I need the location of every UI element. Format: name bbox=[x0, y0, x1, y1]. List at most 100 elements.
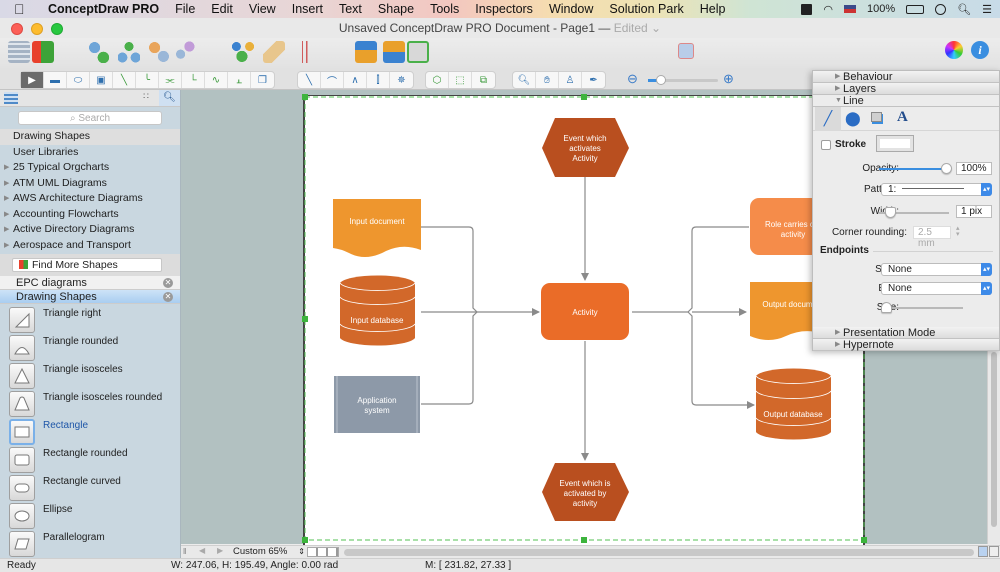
selection-handle[interactable] bbox=[861, 537, 867, 543]
layout-tool-icon[interactable] bbox=[263, 41, 285, 63]
group-icon[interactable] bbox=[407, 41, 429, 63]
library-item[interactable]: ▶ Active Directory Diagrams bbox=[0, 222, 180, 238]
info-icon[interactable]: i bbox=[971, 41, 989, 59]
shape-item[interactable]: Rectangle rounded bbox=[0, 445, 180, 473]
close-window-button[interactable] bbox=[11, 23, 23, 35]
menu-shape[interactable]: Shape bbox=[370, 2, 422, 16]
corner-rounding-stepper[interactable]: ▴ ▾ bbox=[956, 225, 960, 238]
battery-percent[interactable]: 100% bbox=[867, 3, 895, 15]
shape-item[interactable]: Triangle isosceles bbox=[0, 361, 180, 389]
pause-button[interactable]: ‖ bbox=[183, 547, 194, 557]
library-item[interactable]: ▶ Accounting Flowcharts bbox=[0, 207, 180, 223]
library-item[interactable]: ▶ ATM UML Diagrams bbox=[0, 176, 180, 192]
insert-shape-button[interactable]: ❐ bbox=[251, 72, 274, 88]
freehand-tool-button[interactable]: ✵ bbox=[390, 72, 413, 88]
shape-item[interactable]: Triangle right bbox=[0, 305, 180, 333]
selection-handle[interactable] bbox=[302, 94, 308, 100]
hand-tool-button[interactable]: ✋︎ bbox=[536, 72, 559, 88]
notification-center-icon[interactable]: ☰ bbox=[982, 3, 992, 16]
fit-page-icon[interactable] bbox=[978, 546, 988, 557]
flag-icon[interactable] bbox=[844, 5, 857, 13]
end-endpoint-select[interactable]: None ▴▾ bbox=[881, 282, 992, 295]
library-search-input[interactable]: ⌕ Search bbox=[18, 111, 162, 125]
orthogonal-connector-button[interactable]: └ bbox=[182, 72, 205, 88]
orgchart-tool-icon[interactable] bbox=[88, 41, 110, 63]
shape-item[interactable]: Rectangle bbox=[0, 417, 180, 445]
opened-library-epc[interactable]: EPC diagrams ✕ bbox=[0, 276, 180, 290]
menu-view[interactable]: View bbox=[241, 2, 284, 16]
library-item[interactable]: User Libraries bbox=[0, 145, 180, 161]
menu-help[interactable]: Help bbox=[692, 2, 734, 16]
event-activated-by-activity[interactable]: Event which is activated by activity bbox=[542, 463, 629, 521]
arrange-tool-icon[interactable] bbox=[232, 41, 254, 63]
flow-tool-icon[interactable] bbox=[174, 41, 196, 63]
select-tool-button[interactable]: ▶ bbox=[21, 72, 44, 88]
library-item[interactable]: ▶ Aerospace and Transport bbox=[0, 238, 180, 254]
tree-tool-icon[interactable] bbox=[118, 41, 140, 63]
library-item[interactable]: ▶ AWS Architecture Diagrams bbox=[0, 191, 180, 207]
opened-library-drawing-shapes[interactable]: Drawing Shapes ✕ bbox=[0, 290, 180, 304]
text-box-tool-button[interactable]: ▣ bbox=[90, 72, 113, 88]
inspector-section-layers[interactable]: ▶ Layers bbox=[813, 83, 999, 95]
clock-icon[interactable] bbox=[935, 3, 947, 15]
pattern-select[interactable]: 1: ▴▾ bbox=[881, 183, 992, 196]
shadow-tab-icon[interactable] bbox=[871, 112, 882, 122]
application-system-shape[interactable]: Application system bbox=[334, 376, 420, 433]
chain-connector-button[interactable]: ⫠ bbox=[228, 72, 251, 88]
shape-item[interactable]: Triangle isosceles rounded bbox=[0, 389, 180, 417]
expand-triangle-icon[interactable]: ▶ bbox=[4, 238, 9, 254]
zoom-level-select[interactable]: Custom 65% ⇕ bbox=[233, 546, 305, 558]
zoom-in-icon[interactable]: ⊕ bbox=[723, 71, 734, 87]
stroke-color-well[interactable] bbox=[876, 135, 914, 152]
solution-park-button[interactable] bbox=[32, 41, 54, 63]
output-database-shape[interactable]: Output database bbox=[755, 368, 832, 440]
polyline-tool-button[interactable]: ⫿ bbox=[367, 72, 390, 88]
line-tool-button[interactable]: ╲ bbox=[298, 72, 321, 88]
inspector-section-behaviour[interactable]: ▶ Behaviour bbox=[813, 71, 999, 83]
stroke-checkbox[interactable] bbox=[821, 140, 831, 150]
expand-triangle-icon[interactable]: ▶ bbox=[4, 176, 9, 192]
color-wheel-icon[interactable] bbox=[945, 41, 963, 59]
input-database-shape[interactable]: Input database bbox=[339, 275, 416, 346]
arc-tool-button[interactable]: ⌒ bbox=[321, 72, 344, 88]
inspector-section-hypernote[interactable]: ▶ Hypernote bbox=[813, 339, 999, 351]
expand-triangle-icon[interactable]: ▶ bbox=[4, 222, 9, 238]
event-activates-activity[interactable]: Event which activates Activity bbox=[542, 118, 629, 177]
direct-connector-button[interactable]: ╲ bbox=[113, 72, 136, 88]
snapshot-icon[interactable] bbox=[678, 43, 694, 59]
corner-rounding-field[interactable]: 2.5 mm bbox=[913, 226, 951, 249]
previous-page-button[interactable]: ◀ bbox=[199, 546, 205, 555]
opacity-field[interactable]: 100% bbox=[956, 162, 992, 175]
edit-points-button[interactable]: ⬡ bbox=[426, 72, 449, 88]
minimize-window-button[interactable] bbox=[31, 23, 43, 35]
endpoint-size-slider-knob[interactable] bbox=[881, 302, 892, 313]
shape-item[interactable]: Ellipse bbox=[0, 501, 180, 529]
battery-icon[interactable] bbox=[906, 4, 925, 14]
horizontal-scrollbar[interactable] bbox=[344, 549, 974, 556]
arc-connector-button[interactable]: ╰ bbox=[136, 72, 159, 88]
shape-item[interactable]: Parallelogram bbox=[0, 529, 180, 557]
curve-tool-button[interactable]: ∧ bbox=[344, 72, 367, 88]
find-more-shapes-button[interactable]: Find More Shapes bbox=[12, 258, 162, 272]
bring-front-icon[interactable] bbox=[355, 41, 377, 63]
activity-shape[interactable]: Activity bbox=[541, 283, 629, 340]
mindmap-tool-icon[interactable] bbox=[148, 41, 170, 63]
menu-text[interactable]: Text bbox=[331, 2, 370, 16]
window-manager-icon[interactable] bbox=[801, 3, 813, 15]
start-endpoint-select[interactable]: None ▴▾ bbox=[881, 263, 992, 276]
menu-window[interactable]: Window bbox=[541, 2, 601, 16]
wifi-icon[interactable]: ◠ bbox=[823, 3, 833, 16]
line-tab-icon[interactable]: ╱ bbox=[815, 107, 841, 131]
input-document-shape[interactable]: Input document bbox=[333, 199, 421, 258]
expand-triangle-icon[interactable]: ▶ bbox=[4, 191, 9, 207]
crop-button[interactable]: ⬚ bbox=[449, 72, 472, 88]
stamp-tool-button[interactable]: ♙ bbox=[559, 72, 582, 88]
menu-file[interactable]: File bbox=[167, 2, 203, 16]
library-tree-icon[interactable] bbox=[4, 92, 18, 104]
zoom-out-icon[interactable]: ⊖ bbox=[627, 71, 638, 87]
width-field[interactable]: 1 pix bbox=[956, 205, 992, 218]
selection-handle[interactable] bbox=[581, 94, 587, 100]
zoom-window-button[interactable] bbox=[51, 23, 63, 35]
apple-menu-icon[interactable]:  bbox=[14, 1, 36, 17]
menu-edit[interactable]: Edit bbox=[203, 2, 241, 16]
